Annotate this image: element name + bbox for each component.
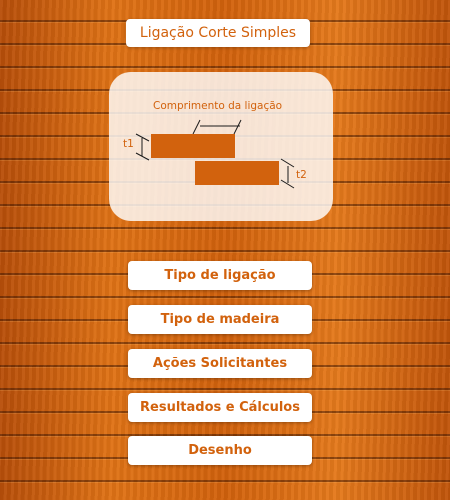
single-shear-connection-diagram: Comprimento da ligação t1 t2	[123, 100, 307, 189]
app-screen: { "header": { "title": "Ligação Corte Si…	[0, 0, 450, 500]
results-calculations-button[interactable]: Resultados e Cálculos	[128, 393, 312, 422]
t1-label: t1	[123, 138, 134, 150]
upper-plate	[151, 134, 235, 158]
t2-label: t2	[296, 169, 307, 181]
drawing-button[interactable]: Desenho	[128, 436, 312, 465]
wood-type-button[interactable]: Tipo de madeira	[128, 305, 312, 334]
applied-loads-button[interactable]: Ações Solicitantes	[128, 349, 312, 378]
connection-type-button[interactable]: Tipo de ligação	[128, 261, 312, 290]
length-tick-left	[192, 119, 201, 135]
connection-diagram-panel: Comprimento da ligação t1 t2	[109, 72, 333, 221]
lower-plate	[195, 161, 279, 185]
length-tick-right	[233, 119, 242, 135]
length-label: Comprimento da ligação	[153, 100, 282, 112]
page-title: Ligação Corte Simples	[126, 19, 310, 47]
t2-tick-top	[280, 158, 295, 168]
